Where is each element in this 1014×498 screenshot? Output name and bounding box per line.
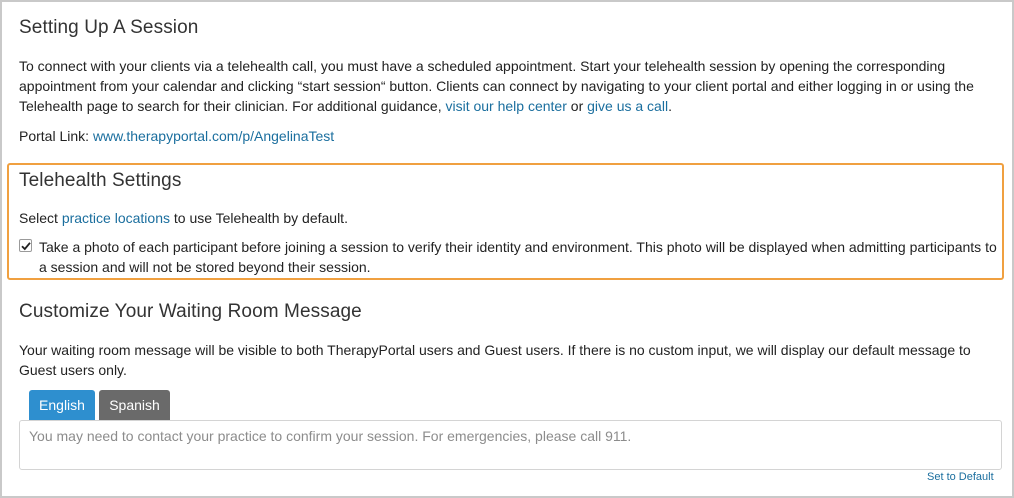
- practice-locations-link[interactable]: practice locations: [62, 210, 170, 226]
- waiting-room-message-input[interactable]: [19, 420, 1002, 470]
- waiting-room-title: Customize Your Waiting Room Message: [19, 301, 362, 322]
- set-to-default-link[interactable]: Set to Default: [927, 471, 994, 483]
- portal-url-link[interactable]: www.therapyportal.com/p/AngelinaTest: [93, 128, 334, 144]
- tab-spanish[interactable]: Spanish: [99, 390, 170, 420]
- settings-panel: Setting Up A Session To connect with you…: [0, 0, 1014, 498]
- select-prefix-text: Select: [19, 210, 62, 226]
- setup-title: Setting Up A Session: [19, 17, 199, 38]
- checkmark-icon: [21, 242, 31, 251]
- intro-end-text: .: [668, 98, 672, 114]
- practice-locations-row: Select practice locations to use Telehea…: [19, 208, 994, 228]
- waiting-room-description: Your waiting room message will be visibl…: [19, 342, 971, 378]
- give-us-a-call-link[interactable]: give us a call: [587, 98, 668, 114]
- portal-link-row: Portal Link: www.therapyportal.com/p/Ang…: [19, 126, 994, 146]
- help-center-link[interactable]: visit our help center: [445, 98, 566, 114]
- portal-link-label: Portal Link:: [19, 128, 93, 144]
- select-suffix-text: to use Telehealth by default.: [169, 210, 348, 226]
- tab-english[interactable]: English: [29, 390, 95, 420]
- setup-intro-paragraph: To connect with your clients via a teleh…: [19, 56, 994, 116]
- or-text: or: [566, 98, 588, 114]
- photo-verification-label: Take a photo of each participant before …: [39, 239, 997, 275]
- photo-verification-checkbox[interactable]: [19, 239, 32, 252]
- telehealth-settings-title: Telehealth Settings: [19, 170, 182, 191]
